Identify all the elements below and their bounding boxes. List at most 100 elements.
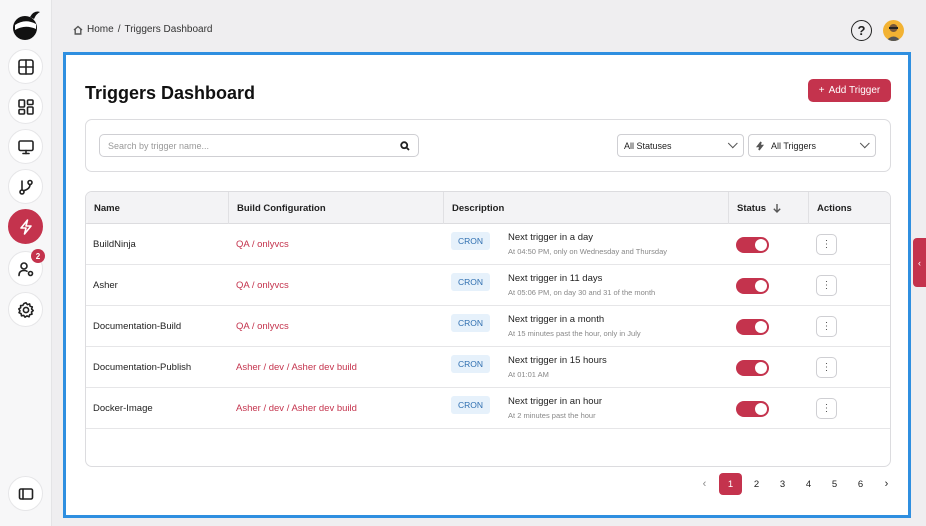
page-button-4[interactable]: 4 [797,473,820,495]
build-configuration-link[interactable]: QA / onlyvcs [236,306,289,347]
trigger-filter-select[interactable]: All Triggers [748,134,876,157]
page-button-6[interactable]: 6 [849,473,872,495]
table-row[interactable]: BuildNinja QA / onlyvcs CRON Next trigger i… [86,224,890,265]
expand-panel-tab[interactable]: ‹ [913,238,926,287]
column-header-name[interactable]: Name [86,192,229,224]
sidebar-item-vcs[interactable] [8,169,43,204]
chevron-down-icon [727,138,738,149]
trigger-name[interactable]: Asher [93,265,118,306]
plus-icon: + [818,85,825,96]
sidebar-item-settings[interactable] [8,292,43,327]
actions-cell: ⋮ [816,306,837,347]
user-settings-icon [17,261,33,276]
search-box[interactable] [99,134,419,157]
pagination: ‹ 123456 › [693,473,901,495]
cron-tag: CRON [451,355,491,373]
sidebar-item-triggers[interactable] [8,209,43,244]
main-panel: Triggers Dashboard + Add Trigger All Sta… [63,52,911,518]
help-icon[interactable]: ? [851,20,872,41]
lightning-icon [755,141,765,150]
notification-badge: 2 [31,249,45,263]
avatar-image [886,24,901,41]
kebab-menu-button[interactable]: ⋮ [816,398,837,419]
column-header-build[interactable]: Build Configuration [229,192,444,224]
page-button-2[interactable]: 2 [745,473,768,495]
status-toggle[interactable] [736,236,769,253]
trigger-description: CRON Next trigger in a month At 15 minutes… [451,306,641,347]
sidebar-item-widgets[interactable] [8,89,43,124]
cron-tag: CRON [451,232,491,250]
kebab-menu-button[interactable]: ⋮ [816,357,837,378]
cron-tag: CRON [451,314,491,332]
status-cell [736,265,769,306]
table-row[interactable]: Docker-Image Asher / dev / Asher dev buil… [86,388,890,429]
next-page-button[interactable]: › [875,473,898,495]
status-cell [736,347,769,388]
trigger-name[interactable]: Documentation-Publish [93,347,191,388]
chevron-down-icon [859,138,870,149]
build-configuration-link[interactable]: Asher / dev / Asher dev build [236,347,357,388]
gear-icon [17,301,34,318]
avatar[interactable] [883,20,904,41]
status-toggle[interactable] [736,400,769,417]
column-header-description[interactable]: Description [444,192,729,224]
status-cell [736,388,769,429]
trigger-filter-value: All Triggers [771,140,817,151]
git-branch-icon [18,179,33,195]
lightning-icon [19,218,32,235]
page-button-1[interactable]: 1 [719,473,742,495]
status-filter-select[interactable]: All Statuses [617,134,744,157]
kebab-menu-button[interactable]: ⋮ [816,234,837,255]
page-button-5[interactable]: 5 [823,473,846,495]
actions-cell: ⋮ [816,224,837,265]
page-button-3[interactable]: 3 [771,473,794,495]
breadcrumb: Home / Triggers Dashboard [73,24,212,35]
ninja-logo[interactable] [10,8,42,42]
status-filter-value: All Statuses [624,140,672,151]
trigger-name[interactable]: Docker-Image [93,388,153,429]
sidebar-item-dashboard[interactable] [8,49,43,84]
breadcrumb-separator: / [117,24,121,35]
next-trigger-text: Next trigger in 11 days [508,272,603,284]
sidebar-panel-icon [18,487,33,500]
trigger-name[interactable]: Documentation-Build [93,306,181,347]
sidebar-item-monitor[interactable] [8,129,43,164]
column-header-actions: Actions [817,202,852,214]
kebab-menu-button[interactable]: ⋮ [816,316,837,337]
next-trigger-text: Next trigger in an hour [508,395,603,407]
status-toggle[interactable] [736,277,769,294]
table-row[interactable]: Asher QA / onlyvcs CRON Next trigger in 11 … [86,265,890,306]
status-toggle[interactable] [736,318,769,335]
status-toggle[interactable] [736,359,769,376]
search-input[interactable] [108,140,400,151]
sort-arrow-down-icon[interactable] [772,203,782,213]
table-row[interactable]: Documentation-Publish Asher / dev / Asher… [86,347,890,388]
trigger-name[interactable]: BuildNinja [93,224,136,265]
build-configuration-link[interactable]: QA / onlyvcs [236,224,289,265]
kebab-menu-button[interactable]: ⋮ [816,275,837,296]
search-icon[interactable] [400,140,410,151]
sidebar-collapse-button[interactable] [8,476,43,511]
page-title: Triggers Dashboard [85,83,256,103]
home-icon[interactable] [73,25,83,35]
breadcrumb-home[interactable]: Home [87,24,114,35]
chevron-left-icon: ‹ [918,257,921,268]
cron-tag: CRON [451,396,491,414]
prev-page-button[interactable]: ‹ [693,473,716,495]
table-row[interactable]: Documentation-Build QA / onlyvcs CRON Next … [86,306,890,347]
actions-cell: ⋮ [816,388,837,429]
build-configuration-link[interactable]: Asher / dev / Asher dev build [236,388,357,429]
next-trigger-text: Next trigger in 15 hours [508,354,607,366]
column-header-status[interactable]: Status [729,192,809,224]
triggers-table: Name Build Configuration Description Sta… [85,191,891,467]
schedule-text: At 05:06 PM, on day 30 and 31 of the mon… [508,287,656,297]
widgets-icon [17,98,34,115]
build-configuration-link[interactable]: QA / onlyvcs [236,265,289,306]
add-trigger-label: Add Trigger [828,85,881,96]
add-trigger-button[interactable]: + Add Trigger [808,79,891,102]
schedule-text: At 01:01 AM [508,369,549,379]
breadcrumb-current: Triggers Dashboard [124,24,213,35]
trigger-description: CRON Next trigger in 11 days At 05:06 PM, … [451,265,655,306]
sidebar-item-users[interactable]: 2 [8,249,45,286]
monitor-icon [17,139,34,154]
